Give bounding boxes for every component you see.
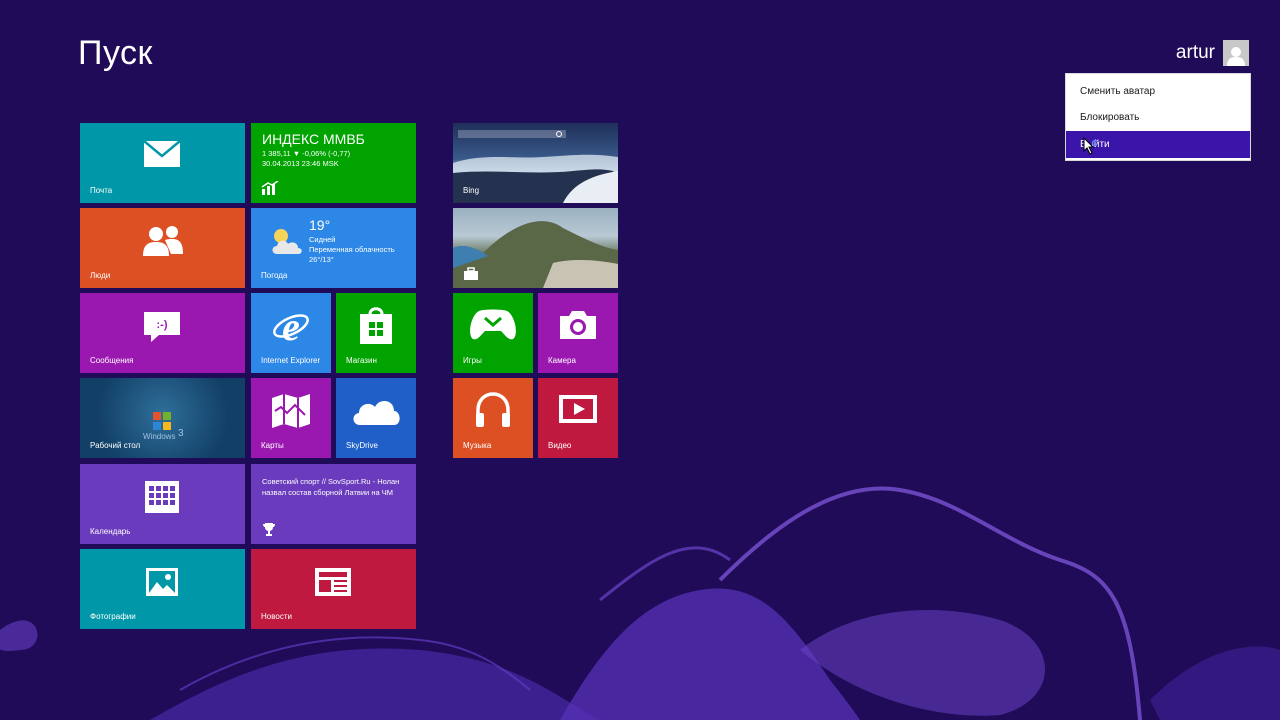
weather-city: Сидней <box>309 235 336 244</box>
tile-finance[interactable]: ИНДЕКС ММВБ 1 385,11 ▼ -0,06% (-0,77) 30… <box>251 123 416 203</box>
user-name[interactable]: artur <box>1176 42 1215 64</box>
finance-value: 1 385,11 ▼ -0,06% (-0,77) <box>262 149 351 158</box>
tile-label: Новости <box>261 612 292 621</box>
camera-icon <box>560 311 596 339</box>
svg-text:e: e <box>282 307 300 345</box>
tile-weather[interactable]: 19° Сидней Переменная облачность 26°/13°… <box>251 208 416 288</box>
weather-temp: 19° <box>309 217 331 233</box>
tile-mail[interactable]: Почта <box>80 123 245 203</box>
tile-label: Видео <box>548 441 572 450</box>
tile-label: Карты <box>261 441 284 450</box>
people-icon <box>143 226 183 256</box>
tile-bing[interactable]: Bing <box>453 123 618 203</box>
sport-headline: Советский спорт // SovSport.Ru - Нолан н… <box>262 477 400 497</box>
calendar-icon <box>145 481 179 513</box>
tile-desktop[interactable]: Windows 3 Рабочий стол <box>80 378 245 458</box>
tile-calendar[interactable]: Календарь <box>80 464 245 544</box>
tile-label: Bing <box>463 186 480 195</box>
tile-news[interactable]: Новости <box>251 549 416 629</box>
chart-icon <box>261 181 279 195</box>
tile-label: Камера <box>548 356 576 365</box>
finance-date: 30.04.2013 23:46 MSK <box>262 159 339 168</box>
tile-label: Фотографии <box>90 612 136 621</box>
tile-label: Игры <box>463 356 482 365</box>
tile-label: Магазин <box>346 356 377 365</box>
tile-label: Музыка <box>463 441 492 450</box>
user-account[interactable]: artur <box>1176 40 1249 66</box>
user-avatar-icon[interactable] <box>1223 40 1249 66</box>
start-title: Пуск <box>78 34 153 72</box>
tile-store[interactable]: Магазин <box>336 293 416 373</box>
message-icon: :-) <box>144 312 180 342</box>
menu-item-change-avatar[interactable]: Сменить аватар <box>1066 78 1250 105</box>
windows-logo-icon <box>153 412 171 430</box>
tile-camera[interactable]: Камера <box>538 293 618 373</box>
desktop-watermark-digit: 3 <box>178 428 184 439</box>
mail-icon <box>143 140 181 167</box>
tile-people[interactable]: Люди <box>80 208 245 288</box>
tile-photos[interactable]: Фотографии <box>80 549 245 629</box>
weather-condition: Переменная облачность <box>309 245 395 254</box>
map-icon <box>272 394 310 428</box>
tile-maps[interactable]: Карты <box>251 378 331 458</box>
tile-label: Рабочий стол <box>90 441 141 450</box>
tile-sport[interactable]: Советский спорт // SovSport.Ru - Нолан н… <box>251 464 416 544</box>
tile-label: SkyDrive <box>346 441 379 450</box>
suitcase-icon <box>464 267 478 280</box>
tile-skydrive[interactable]: SkyDrive <box>336 378 416 458</box>
trophy-icon <box>263 523 275 536</box>
tile-label: Сообщения <box>90 356 134 365</box>
video-icon <box>559 395 597 423</box>
cloud-sun-icon <box>272 229 302 254</box>
tile-label: Люди <box>90 271 111 280</box>
tile-label: Погода <box>261 271 288 280</box>
svg-text::-): :-) <box>157 319 168 331</box>
desktop-watermark: Windows <box>143 432 176 441</box>
tile-label: Internet Explorer <box>261 356 321 365</box>
tile-music[interactable]: Музыка <box>453 378 533 458</box>
tile-travel[interactable] <box>453 208 618 288</box>
newspaper-icon <box>315 568 351 596</box>
tile-video[interactable]: Видео <box>538 378 618 458</box>
store-icon <box>360 307 392 344</box>
headphones-icon <box>476 392 510 427</box>
tile-messages[interactable]: :-) Сообщения <box>80 293 245 373</box>
tile-internet-explorer[interactable]: e Internet Explorer <box>251 293 331 373</box>
finance-title: ИНДЕКС ММВБ <box>262 131 365 147</box>
tile-games[interactable]: Игры <box>453 293 533 373</box>
photo-icon <box>146 568 178 596</box>
mouse-cursor-icon <box>1083 137 1097 155</box>
ie-icon: e <box>273 307 309 345</box>
tile-label: Почта <box>90 186 113 195</box>
cloud-icon <box>353 401 400 425</box>
menu-item-lock[interactable]: Блокировать <box>1066 104 1250 131</box>
weather-range: 26°/13° <box>309 255 334 264</box>
tile-label: Календарь <box>90 527 131 536</box>
gamepad-icon <box>470 309 516 340</box>
